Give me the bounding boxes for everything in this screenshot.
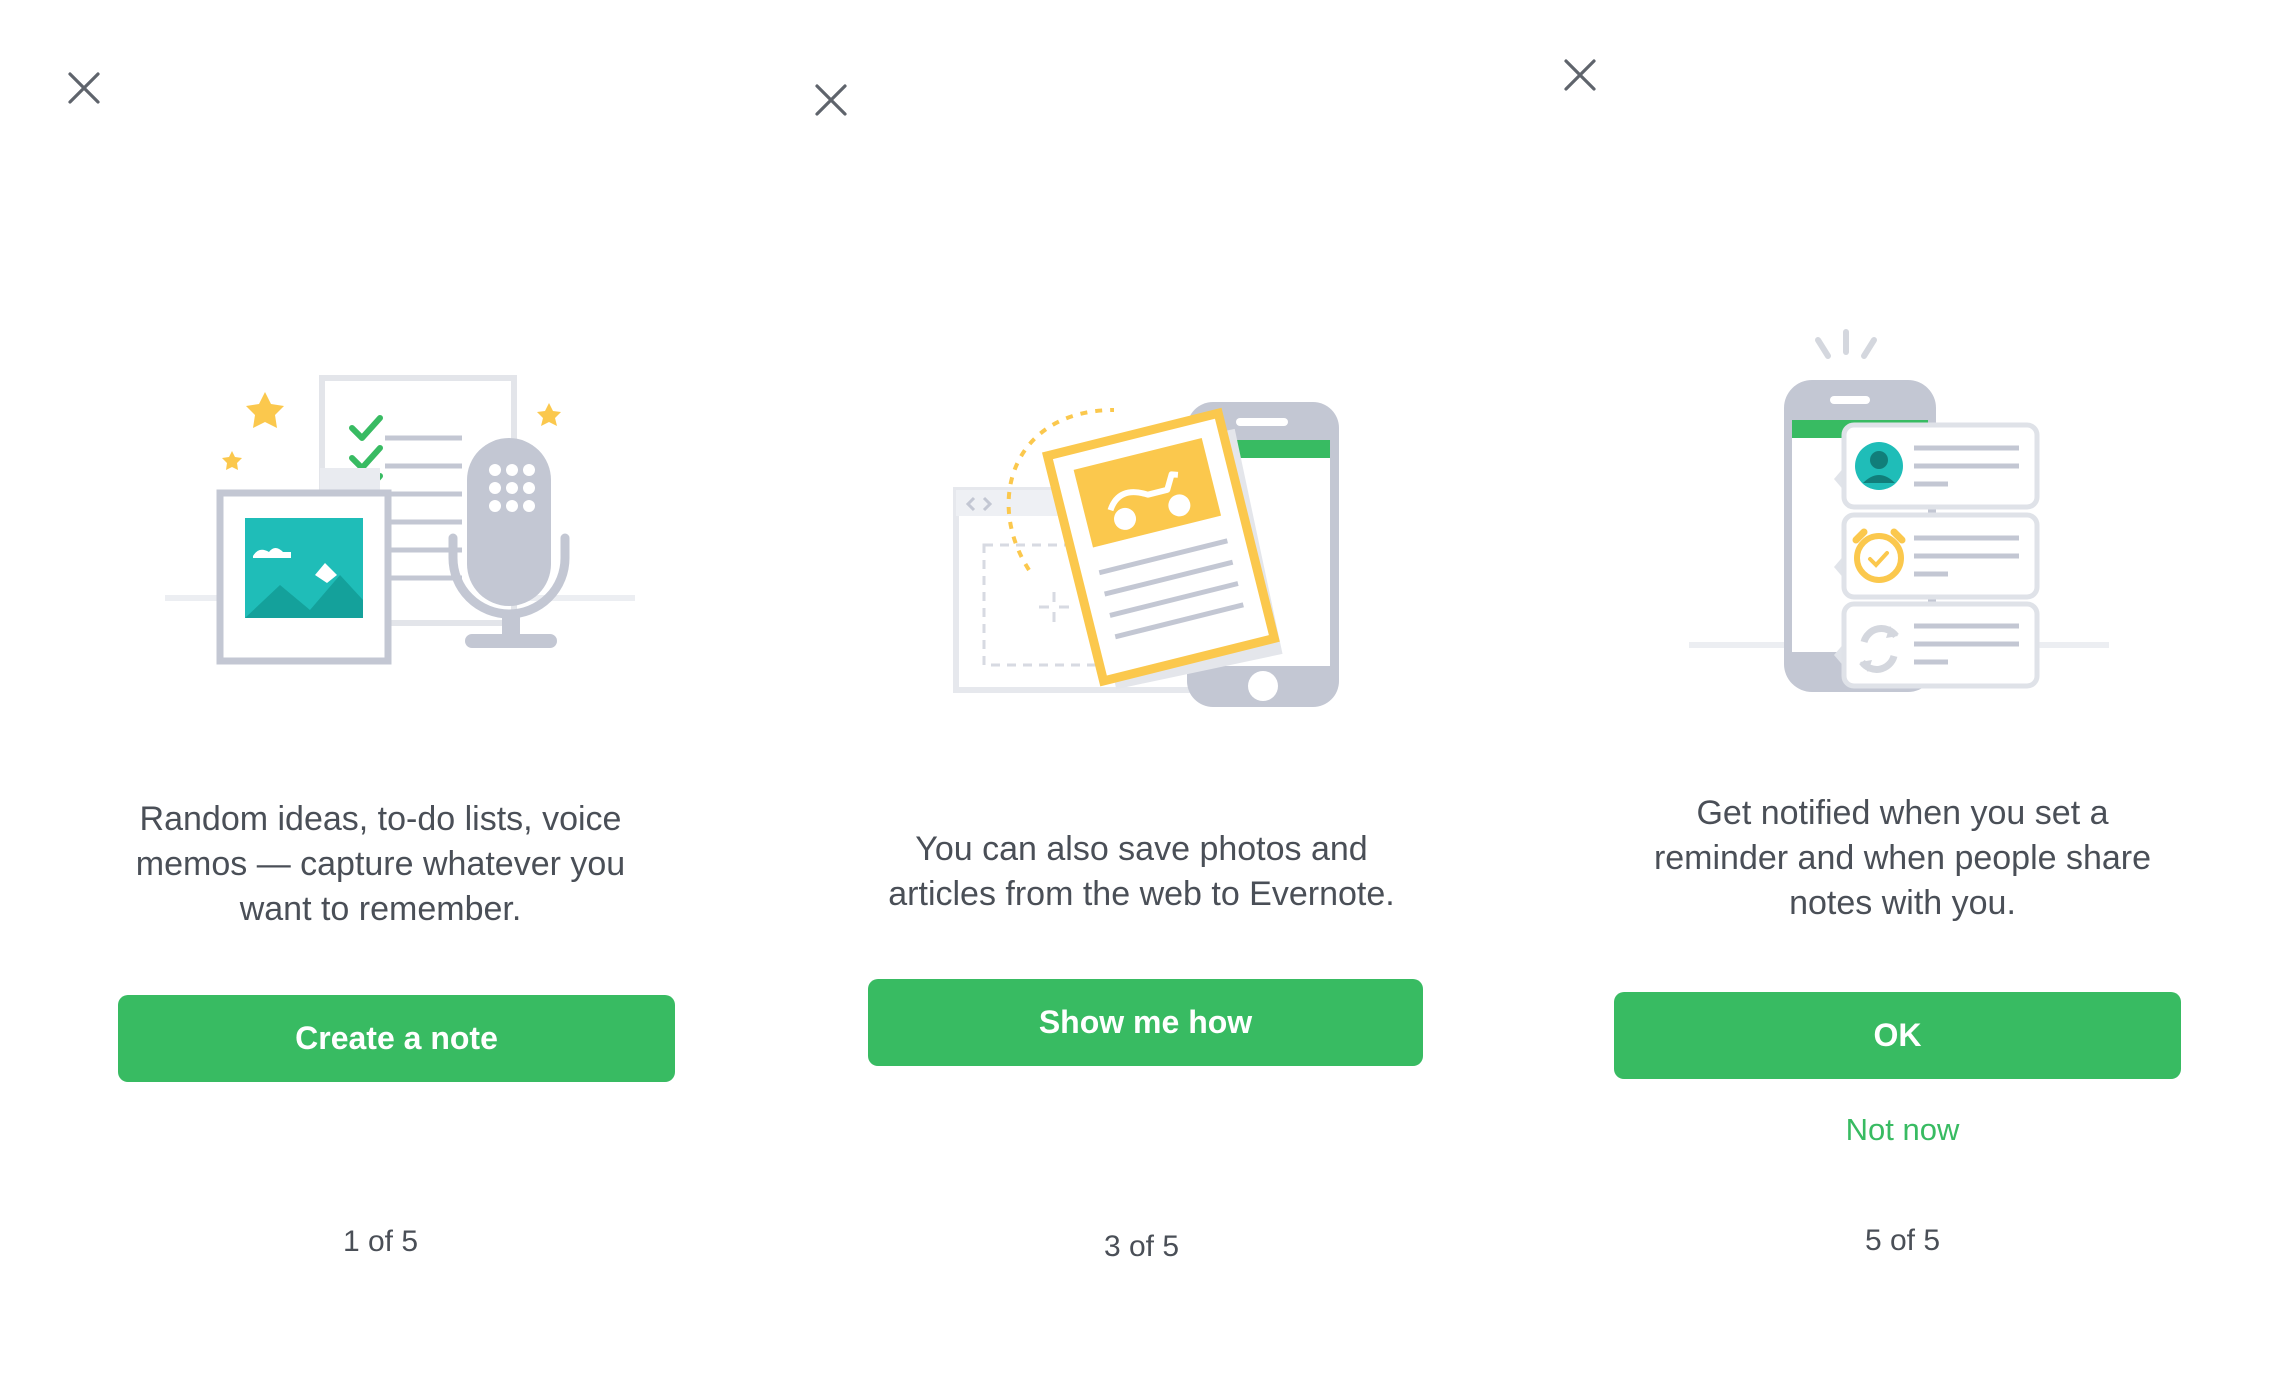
onboarding-message: Random ideas, to-do lists, voice memos —… <box>0 797 761 932</box>
message-line: memos — capture whatever you <box>135 845 626 883</box>
message-line: Random ideas, to-do lists, voice <box>139 800 622 838</box>
message-line: reminder and when people share <box>1653 839 2152 877</box>
not-now-link[interactable]: Not now <box>1522 1112 2283 1148</box>
message-line: notes with you. <box>1789 884 2016 922</box>
onboarding-card-5: Get notified when you set a reminder and… <box>1522 0 2283 1396</box>
page-indicator: 5 of 5 <box>1864 1224 1941 1257</box>
notifications-illustration <box>1684 320 2114 695</box>
create-note-button[interactable]: Create a note <box>118 995 675 1082</box>
onboarding-message: Get notified when you set a reminder and… <box>1522 791 2283 926</box>
close-icon[interactable] <box>1558 53 1602 97</box>
page-indicator: 3 of 5 <box>1103 1230 1180 1263</box>
onboarding-card-3: You can also save photos and articles fr… <box>761 0 1522 1396</box>
ok-button[interactable]: OK <box>1614 992 2181 1079</box>
onboarding-card-1: Random ideas, to-do lists, voice memos —… <box>0 0 761 1396</box>
web-clip-illustration <box>944 380 1364 725</box>
show-me-how-button[interactable]: Show me how <box>868 979 1423 1066</box>
note-capture-illustration <box>160 360 640 670</box>
message-line: want to remember. <box>239 890 522 928</box>
onboarding-message: You can also save photos and articles fr… <box>761 827 1522 917</box>
close-icon[interactable] <box>809 78 853 122</box>
message-line: articles from the web to Evernote. <box>888 875 1395 913</box>
page-indicator: 1 of 5 <box>342 1225 419 1258</box>
message-line: You can also save photos and <box>915 830 1368 868</box>
close-icon[interactable] <box>62 66 106 110</box>
message-line: Get notified when you set a <box>1696 794 2109 832</box>
